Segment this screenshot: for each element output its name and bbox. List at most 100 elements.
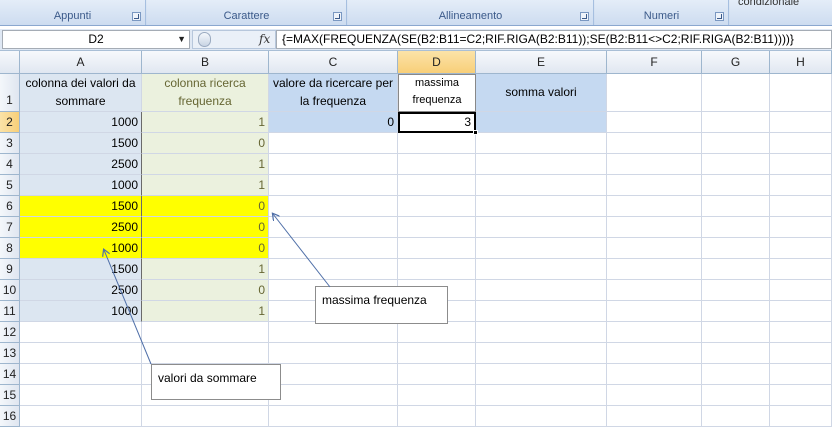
- spreadsheet-grid[interactable]: A B C D E F G H 1 2 3 4 5 6 7 8 9 10 11 12 13 14 15 16 colonna d…: [0, 51, 832, 427]
- cell-e4[interactable]: [476, 154, 607, 175]
- header-cell-b[interactable]: colonna ricerca frequenza: [142, 74, 269, 112]
- cell-e3[interactable]: [476, 133, 607, 154]
- column-header-b[interactable]: B: [142, 51, 269, 74]
- row-header-15[interactable]: 15: [0, 385, 20, 406]
- dialog-launcher-icon[interactable]: [132, 12, 141, 21]
- cell-f12[interactable]: [607, 322, 702, 343]
- cell-d2-value[interactable]: 3: [398, 112, 476, 133]
- row-header-7[interactable]: 7: [0, 217, 20, 238]
- cell-a15[interactable]: [20, 385, 142, 406]
- cell-h14[interactable]: [770, 364, 832, 385]
- cell-e5[interactable]: [476, 175, 607, 196]
- column-header-f[interactable]: F: [607, 51, 702, 74]
- select-all-corner[interactable]: [0, 51, 20, 74]
- fill-handle[interactable]: [473, 130, 478, 135]
- column-header-e[interactable]: E: [476, 51, 607, 74]
- cell-c9[interactable]: [269, 259, 398, 280]
- col-b-value[interactable]: 0: [142, 217, 269, 238]
- header-cell-d[interactable]: massima frequenza: [398, 74, 476, 112]
- cell-c6[interactable]: [269, 196, 398, 217]
- cell-g9[interactable]: [702, 259, 770, 280]
- col-b-value[interactable]: 0: [142, 280, 269, 301]
- row-header-3[interactable]: 3: [0, 133, 20, 154]
- cell-d8[interactable]: [398, 238, 476, 259]
- row-header-16[interactable]: 16: [0, 406, 20, 427]
- col-a-value[interactable]: 1000: [20, 238, 142, 259]
- insert-function-icon[interactable]: fx: [259, 31, 270, 48]
- dialog-launcher-icon[interactable]: [580, 12, 589, 21]
- cell-e6[interactable]: [476, 196, 607, 217]
- row-header-11[interactable]: 11: [0, 301, 20, 322]
- cell-f16[interactable]: [607, 406, 702, 427]
- cell-f6[interactable]: [607, 196, 702, 217]
- row-header-8[interactable]: 8: [0, 238, 20, 259]
- chevron-down-icon[interactable]: ▼: [177, 31, 186, 48]
- cell-d13[interactable]: [398, 343, 476, 364]
- column-header-c[interactable]: C: [269, 51, 398, 74]
- cell-h15[interactable]: [770, 385, 832, 406]
- cell-e15[interactable]: [476, 385, 607, 406]
- row-header-12[interactable]: 12: [0, 322, 20, 343]
- ribbon-button-formattazione-condizionale[interactable]: condizionale: [738, 0, 799, 8]
- cell-h4[interactable]: [770, 154, 832, 175]
- cell-d6[interactable]: [398, 196, 476, 217]
- cell-d3[interactable]: [398, 133, 476, 154]
- cell-g12[interactable]: [702, 322, 770, 343]
- column-header-d[interactable]: D: [398, 51, 476, 74]
- name-box[interactable]: D2 ▼: [2, 30, 190, 49]
- cell-e16[interactable]: [476, 406, 607, 427]
- cell-h13[interactable]: [770, 343, 832, 364]
- cell-g13[interactable]: [702, 343, 770, 364]
- col-b-value[interactable]: 1: [142, 301, 269, 322]
- col-a-value[interactable]: 1000: [20, 112, 142, 133]
- cell-g6[interactable]: [702, 196, 770, 217]
- cell-a13[interactable]: [20, 343, 142, 364]
- col-b-value[interactable]: 0: [142, 133, 269, 154]
- cell-f10[interactable]: [607, 280, 702, 301]
- cell-h3[interactable]: [770, 133, 832, 154]
- cell-c3[interactable]: [269, 133, 398, 154]
- cell-c8[interactable]: [269, 238, 398, 259]
- cell-f3[interactable]: [607, 133, 702, 154]
- col-a-value[interactable]: 1000: [20, 301, 142, 322]
- cell-g10[interactable]: [702, 280, 770, 301]
- col-b-value[interactable]: 1: [142, 112, 269, 133]
- row-header-4[interactable]: 4: [0, 154, 20, 175]
- cell-a14[interactable]: [20, 364, 142, 385]
- cell-f1[interactable]: [607, 74, 702, 112]
- cell-b12[interactable]: [142, 322, 269, 343]
- cell-f14[interactable]: [607, 364, 702, 385]
- cell-d14[interactable]: [398, 364, 476, 385]
- cell-f9[interactable]: [607, 259, 702, 280]
- row-header-1[interactable]: 1: [0, 74, 20, 112]
- cell-d16[interactable]: [398, 406, 476, 427]
- cell-h9[interactable]: [770, 259, 832, 280]
- cell-f2[interactable]: [607, 112, 702, 133]
- cell-g4[interactable]: [702, 154, 770, 175]
- column-header-g[interactable]: G: [702, 51, 770, 74]
- cell-e13[interactable]: [476, 343, 607, 364]
- cell-h7[interactable]: [770, 217, 832, 238]
- cell-e14[interactable]: [476, 364, 607, 385]
- cell-e9[interactable]: [476, 259, 607, 280]
- cell-g14[interactable]: [702, 364, 770, 385]
- cell-d5[interactable]: [398, 175, 476, 196]
- cell-f7[interactable]: [607, 217, 702, 238]
- col-b-value[interactable]: 1: [142, 154, 269, 175]
- cell-d12[interactable]: [398, 322, 476, 343]
- cell-f15[interactable]: [607, 385, 702, 406]
- col-b-value[interactable]: 1: [142, 175, 269, 196]
- cell-c4[interactable]: [269, 154, 398, 175]
- col-a-value[interactable]: 1500: [20, 196, 142, 217]
- cell-g3[interactable]: [702, 133, 770, 154]
- cell-d7[interactable]: [398, 217, 476, 238]
- cell-c12[interactable]: [269, 322, 398, 343]
- cell-h12[interactable]: [770, 322, 832, 343]
- cell-c13[interactable]: [269, 343, 398, 364]
- cell-c15[interactable]: [269, 385, 398, 406]
- cell-f13[interactable]: [607, 343, 702, 364]
- cell-f8[interactable]: [607, 238, 702, 259]
- cell-a16[interactable]: [20, 406, 142, 427]
- cell-c14[interactable]: [269, 364, 398, 385]
- row-header-14[interactable]: 14: [0, 364, 20, 385]
